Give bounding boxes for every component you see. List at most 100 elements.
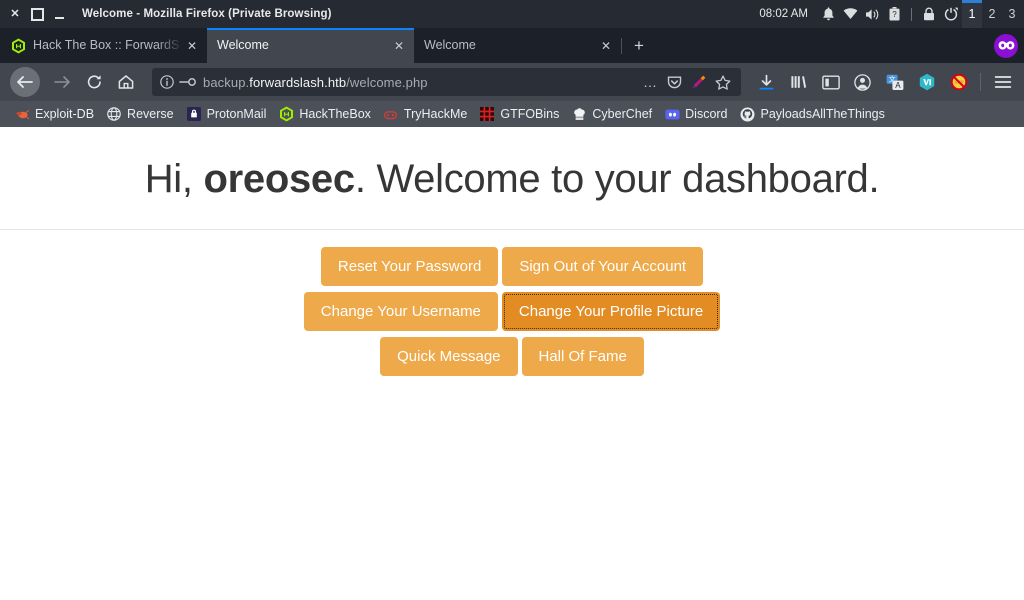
action-row-1: Reset Your Password Sign Out of Your Acc… [0, 247, 1024, 286]
page-actions-icon[interactable]: … [640, 71, 661, 93]
bookmark-cyberchef[interactable]: CyberChef [565, 103, 658, 125]
quick-message-button[interactable]: Quick Message [380, 337, 518, 376]
tab-close-button[interactable]: ✕ [390, 37, 408, 55]
url-host: forwardslash.htb [249, 74, 347, 90]
back-icon[interactable] [10, 67, 40, 97]
account-icon[interactable] [847, 67, 878, 97]
sign-out-button[interactable]: Sign Out of Your Account [502, 247, 704, 286]
private-browsing-mask-icon[interactable] [994, 33, 1018, 58]
wappalyzer-extension-icon[interactable] [911, 67, 942, 97]
page-info-icon[interactable] [160, 75, 179, 89]
new-tab-button[interactable]: + [622, 28, 656, 63]
tab-welcome-second[interactable]: Welcome ✕ [414, 28, 621, 63]
workspace-2-button[interactable]: 2 [982, 0, 1002, 28]
tab-title: Welcome [424, 39, 476, 52]
url-bar-actions: … [640, 71, 733, 93]
bookmark-star-icon[interactable] [712, 71, 733, 93]
highlighter-icon[interactable] [688, 71, 709, 93]
toolbar-divider [980, 73, 981, 91]
window-title-bar: Welcome - Mozilla Firefox (Private Brows… [0, 0, 1024, 28]
url-text[interactable]: backup.forwardslash.htb/welcome.php [203, 75, 640, 90]
downloads-icon[interactable] [751, 67, 782, 97]
change-profile-picture-button[interactable]: Change Your Profile Picture [501, 292, 721, 331]
save-to-pocket-icon[interactable] [664, 71, 685, 93]
github-icon [740, 106, 756, 122]
battery-unknown-icon[interactable]: ? [883, 0, 905, 28]
reset-password-button[interactable]: Reset Your Password [320, 247, 499, 286]
wifi-icon[interactable] [839, 0, 861, 28]
saved-login-key-icon[interactable] [179, 76, 198, 88]
discord-icon [664, 106, 680, 122]
volume-icon[interactable] [861, 0, 883, 28]
bell-icon[interactable] [817, 0, 839, 28]
protonmail-icon [186, 106, 202, 122]
bookmark-label: Exploit-DB [35, 107, 95, 121]
lock-screen-icon[interactable] [918, 0, 940, 28]
greeting-prefix: Hi, [144, 157, 204, 201]
translate-extension-icon[interactable]: 文A [879, 67, 910, 97]
hamburger-menu-icon[interactable] [987, 67, 1018, 97]
bookmarks-bar: Exploit-DB Reverse ProtonMail HackTheBox… [0, 101, 1024, 127]
dashboard-actions: Reset Your Password Sign Out of Your Acc… [0, 230, 1024, 376]
bookmark-protonmail[interactable]: ProtonMail [180, 103, 273, 125]
username: oreosec [203, 157, 356, 201]
tab-title: Welcome [217, 39, 269, 52]
forward-icon[interactable] [46, 67, 78, 97]
close-window-button[interactable] [4, 3, 26, 25]
bookmark-label: GTFOBins [500, 107, 560, 121]
tab-hack-the-box[interactable]: Hack The Box :: ForwardS ✕ [0, 28, 207, 63]
gtfobins-icon [479, 106, 495, 122]
page-title: Hi, oreosec. Welcome to your dashboard. [0, 157, 1024, 201]
svg-text:A: A [895, 81, 901, 90]
tab-close-button[interactable]: ✕ [183, 37, 201, 55]
minimize-window-button[interactable] [48, 3, 70, 25]
home-icon[interactable] [110, 67, 142, 97]
exploitdb-icon [14, 106, 30, 122]
bookmark-discord[interactable]: Discord [658, 103, 733, 125]
bookmark-hackthebox[interactable]: HackTheBox [272, 103, 377, 125]
bookmark-tryhackme[interactable]: TryHackMe [377, 103, 473, 125]
tab-title: Hack The Box :: ForwardS [33, 39, 180, 52]
hall-of-fame-button[interactable]: Hall Of Fame [521, 337, 644, 376]
noscript-extension-icon[interactable] [943, 67, 974, 97]
bookmark-label: HackTheBox [299, 107, 371, 121]
tryhackme-icon [383, 106, 399, 122]
action-row-3: Quick Message Hall Of Fame [0, 337, 1024, 376]
workspace-1-button[interactable]: 1 [962, 0, 982, 28]
change-username-button[interactable]: Change Your Username [303, 292, 498, 331]
bookmark-payloadsallthethings[interactable]: PayloadsAllTheThings [734, 103, 891, 125]
bookmark-label: PayloadsAllTheThings [760, 107, 885, 121]
bookmark-label: Reverse [127, 107, 174, 121]
bookmark-reverse[interactable]: Reverse [100, 103, 180, 125]
globe-icon [106, 106, 122, 122]
tab-close-button[interactable]: ✕ [597, 37, 615, 55]
bookmark-gtfobins[interactable]: GTFOBins [473, 103, 565, 125]
bookmark-label: Discord [685, 107, 728, 121]
dashboard-header: Hi, oreosec. Welcome to your dashboard. [0, 127, 1024, 230]
system-tray: 08:02 AM ? 1 2 3 [759, 0, 1024, 28]
tray-clock: 08:02 AM [759, 8, 808, 20]
tab-welcome-active[interactable]: Welcome ✕ [207, 28, 414, 63]
logout-icon[interactable] [940, 0, 962, 28]
bookmark-label: CyberChef [592, 107, 653, 121]
navigation-toolbar: backup.forwardslash.htb/welcome.php … 文 … [0, 63, 1024, 101]
url-path: /welcome.php [346, 74, 428, 90]
bookmark-exploit-db[interactable]: Exploit-DB [8, 103, 100, 125]
browser-toolbar-icons: 文A [751, 67, 1018, 97]
tray-divider [911, 7, 912, 21]
bookmark-label: ProtonMail [206, 107, 267, 121]
window-controls [0, 3, 70, 25]
workspace-3-button[interactable]: 3 [1002, 0, 1022, 28]
cyberchef-icon [571, 106, 587, 122]
bookmark-label: TryHackMe [403, 107, 468, 121]
maximize-window-button[interactable] [26, 3, 48, 25]
greeting-suffix: . Welcome to your dashboard. [354, 157, 880, 201]
url-bar[interactable]: backup.forwardslash.htb/welcome.php … [152, 68, 741, 96]
reload-icon[interactable] [78, 67, 110, 97]
action-row-2: Change Your Username Change Your Profile… [0, 292, 1024, 331]
url-prefix: backup. [203, 74, 250, 90]
browser-tab-strip: Hack The Box :: ForwardS ✕ Welcome ✕ Wel… [0, 28, 1024, 63]
library-icon[interactable] [783, 67, 814, 97]
sidebar-icon[interactable] [815, 67, 846, 97]
hackthebox-icon [278, 106, 294, 122]
